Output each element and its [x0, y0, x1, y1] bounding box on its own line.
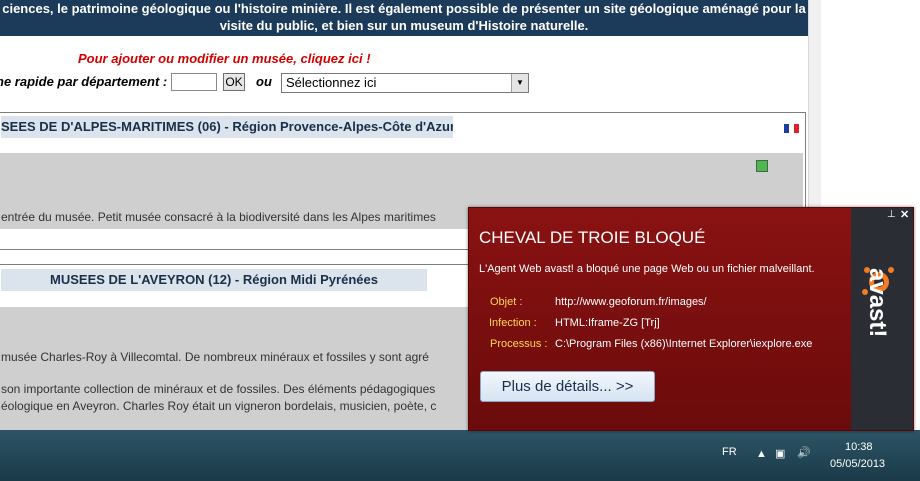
more-details-button[interactable]: Plus de détails... >> — [480, 371, 655, 402]
avast-brand-text: avast! — [864, 268, 891, 338]
collapse-icon[interactable] — [756, 160, 768, 172]
add-museum-link[interactable]: Pour ajouter ou modifier un musée, cliqu… — [78, 51, 371, 66]
infection-label: Infection : — [489, 317, 537, 329]
or-label: ou — [256, 74, 272, 89]
intro-banner: ciences, le patrimoine géologique ou l'h… — [0, 0, 808, 36]
section-description-2: son importante collection de minéraux et… — [1, 382, 436, 396]
alert-message: L'Agent Web avast! a bloqué une page Web… — [479, 263, 815, 275]
section-heading: SEES DE D'ALPES-MARITIMES (06) - Région … — [1, 116, 453, 138]
banner-line-2: visite du public, et bien sur un museum … — [219, 18, 589, 33]
section-description: entrée du musée. Petit musée consacré à … — [1, 210, 436, 224]
show-hidden-icons-icon[interactable]: ▲ — [756, 448, 767, 460]
pin-icon[interactable]: ⊥ — [887, 209, 896, 220]
section-heading: MUSEES DE L'AVEYRON (12) - Région Midi P… — [1, 269, 427, 291]
alert-main-panel: CHEVAL DE TROIE BLOQUÉ L'Agent Web avast… — [469, 208, 851, 430]
section-description-1: musée Charles-Roy à Villecomtal. De nomb… — [1, 350, 429, 364]
object-value: http://www.geoforum.fr/images/ — [555, 296, 707, 308]
quick-search-bar: ne rapide par département : OK ou Sélect… — [0, 73, 540, 93]
section-description-3: éologique en Aveyron. Charles Roy était … — [1, 399, 437, 413]
ok-button[interactable]: OK — [223, 73, 245, 91]
process-value: C:\Program Files (x86)\Internet Explorer… — [555, 338, 813, 350]
language-indicator[interactable]: FR — [722, 446, 737, 458]
close-icon[interactable]: ✕ — [900, 208, 909, 221]
network-icon[interactable]: ▣ — [775, 447, 785, 460]
process-label: Processus : — [490, 338, 548, 350]
volume-icon[interactable]: 🔊 — [797, 446, 811, 459]
object-label: Objet : — [490, 296, 523, 308]
quick-search-label: ne rapide par département : — [0, 74, 168, 89]
clock-time[interactable]: 10:38 — [845, 441, 873, 453]
department-select-value: Sélectionnez ici — [286, 75, 377, 90]
infection-value: HTML:Iframe-ZG [Trj] — [555, 317, 660, 329]
avast-brand-panel: avast! — [851, 208, 913, 430]
department-input[interactable] — [171, 73, 217, 91]
clock-date[interactable]: 05/05/2013 — [830, 458, 885, 470]
avast-alert-popup: CHEVAL DE TROIE BLOQUÉ L'Agent Web avast… — [468, 207, 914, 431]
banner-line-1: ciences, le patrimoine géologique ou l'h… — [2, 1, 806, 16]
chevron-down-icon[interactable]: ▼ — [511, 74, 528, 92]
alert-title: CHEVAL DE TROIE BLOQUÉ — [479, 228, 706, 247]
department-select[interactable]: Sélectionnez ici ▼ — [281, 73, 529, 93]
french-flag-icon — [784, 124, 799, 133]
